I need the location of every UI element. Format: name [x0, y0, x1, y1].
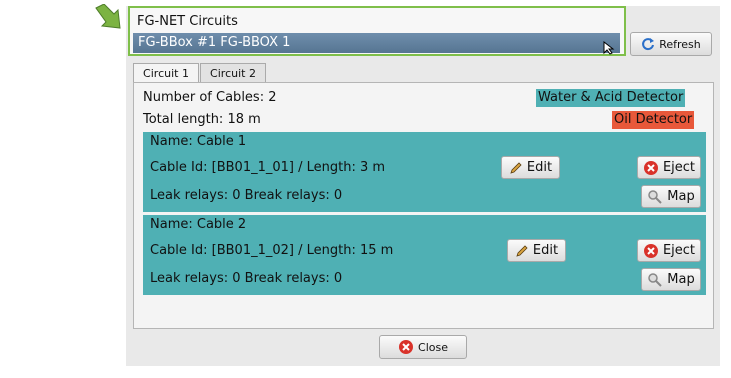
map-button[interactable]: Map [641, 268, 701, 291]
total-length: Total length: 18 m [143, 112, 261, 127]
annotation-arrow-icon [95, 4, 121, 29]
tab-circuit-2[interactable]: Circuit 2 [200, 63, 266, 83]
eject-button[interactable]: Eject [637, 156, 701, 179]
eject-x-icon [643, 160, 658, 175]
cable-count: Number of Cables: 2 [143, 90, 277, 105]
eject-x-icon [643, 243, 658, 258]
cable-card: Name: Cable 1 Cable Id: [BB01_1_01] / Le… [143, 132, 706, 212]
map-button[interactable]: Map [641, 185, 701, 208]
magnifier-icon [648, 189, 662, 204]
close-icon [399, 340, 414, 354]
cable-relays: Leak relays: 0 Break relays: 0 [150, 188, 343, 203]
refresh-icon [642, 38, 655, 51]
eject-label: Eject [662, 243, 696, 258]
map-label: Map [667, 189, 695, 204]
cable-name: Name: Cable 1 [150, 134, 247, 149]
cable-card: Name: Cable 2 Cable Id: [BB01_1_02] / Le… [143, 215, 706, 295]
eject-label: Eject [662, 160, 696, 175]
dropdown-title: FG-NET Circuits [137, 14, 238, 29]
edit-label: Edit [526, 160, 553, 175]
refresh-button[interactable]: Refresh [630, 32, 712, 56]
edit-button[interactable]: Edit [501, 156, 560, 179]
close-button[interactable]: Close [379, 335, 467, 359]
cable-name: Name: Cable 2 [150, 217, 247, 232]
pencil-icon [516, 244, 528, 257]
cable-relays: Leak relays: 0 Break relays: 0 [150, 271, 343, 286]
oil-detector-badge: Oil Detector [612, 111, 695, 129]
refresh-label: Refresh [659, 37, 701, 51]
water-acid-detector-badge: Water & Acid Detector [536, 89, 686, 107]
edit-button[interactable]: Edit [507, 239, 566, 262]
magnifier-icon [648, 272, 662, 287]
mouse-cursor-icon [603, 41, 615, 55]
eject-button[interactable]: Eject [637, 239, 701, 262]
circuit-select[interactable]: FG-BBox #1 FG-BBOX 1 [133, 33, 620, 53]
pencil-icon [510, 161, 522, 174]
cable-id-length: Cable Id: [BB01_1_01] / Length: 3 m [150, 160, 386, 175]
close-label: Close [418, 340, 448, 354]
edit-label: Edit [532, 243, 559, 258]
cable-id-length: Cable Id: [BB01_1_02] / Length: 15 m [150, 243, 394, 258]
map-label: Map [667, 272, 695, 287]
tab-circuit-1[interactable]: Circuit 1 [133, 63, 199, 84]
